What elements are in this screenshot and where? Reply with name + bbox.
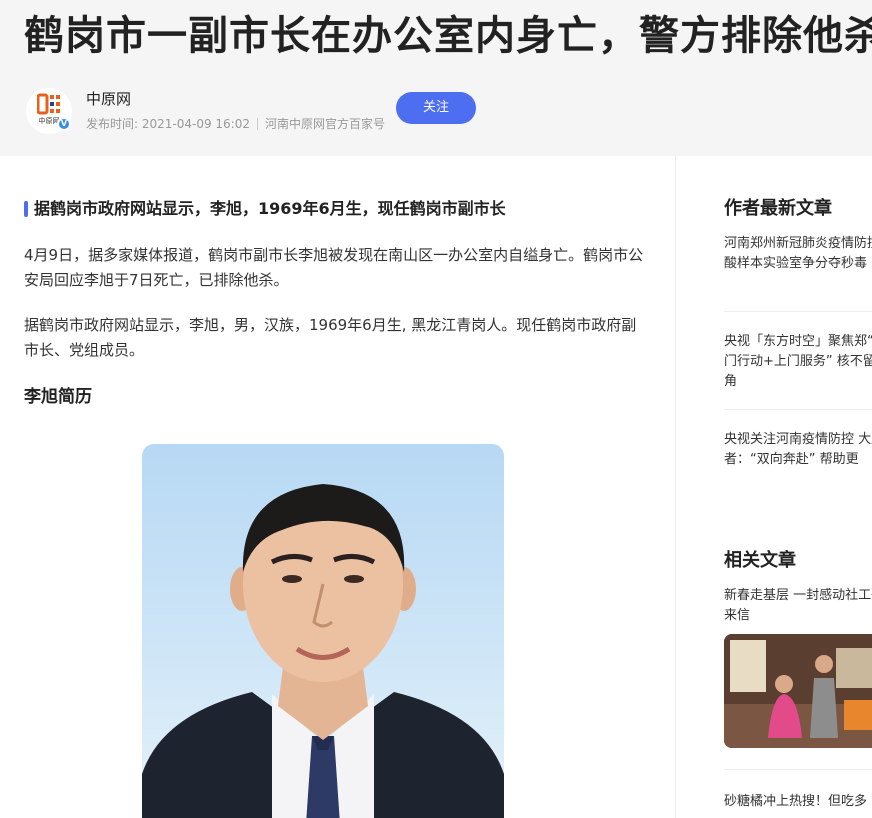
item-divider — [724, 769, 872, 770]
latest-article-item[interactable]: 央视关注河南疫情防控 大愿者：“双向奔赴” 帮助更 — [724, 430, 872, 470]
meta-divider — [257, 117, 258, 130]
author-avatar[interactable]: 中原网 V — [26, 88, 72, 134]
article-paragraph: 4月9日，据多家媒体报道，鹤岗市副市长李旭被发现在南山区一办公室内自缢身亡。鹤岗… — [24, 246, 644, 289]
article-subheading: 李旭简历 — [24, 387, 92, 407]
column-divider — [675, 156, 676, 818]
zhongyuan-logo-icon — [37, 93, 60, 115]
author-source: 河南中原网官方百家号 — [265, 117, 386, 131]
item-divider — [724, 409, 872, 410]
portrait-illustration — [142, 484, 504, 818]
related-article-item[interactable]: 新春走基层 一封感动社工殊来信 — [724, 586, 872, 626]
article-paragraph: 据鹤岗市政府网站显示，李旭，男，汉族，1969年6月生, 黑龙江青岗人。现任鹤岗… — [24, 316, 637, 359]
article-photo — [142, 444, 504, 818]
publish-time: 发布时间: 2021-04-09 16:02 — [86, 117, 250, 131]
latest-articles-title: 作者最新文章 — [724, 198, 832, 219]
article-title: 鹤岗市一副市长在办公室内身亡，警方排除他杀 — [24, 13, 872, 59]
item-divider — [724, 311, 872, 312]
related-article-thumbnail[interactable] — [724, 634, 872, 748]
follow-button[interactable]: 关注 — [396, 92, 476, 124]
article-lead: 据鹤岗市政府网站显示，李旭，1969年6月生，现任鹤岗市副市长 — [24, 197, 506, 221]
article-meta: 发布时间: 2021-04-09 16:02 河南中原网官方百家号 — [86, 115, 385, 132]
latest-article-item[interactable]: 河南郑州新冠肺炎疫情防控核酸样本实验室争分夺秒毒 — [724, 234, 872, 274]
sidebar: 作者最新文章 河南郑州新冠肺炎疫情防控核酸样本实验室争分夺秒毒 央视「东方时空」… — [700, 156, 872, 818]
author-name[interactable]: 中原网 — [86, 88, 131, 109]
thumbnail-image — [724, 634, 872, 748]
related-article-item[interactable]: 砂糖橘冲上热搜！但吃多 — [724, 792, 872, 812]
article-body: 据鹤岗市政府网站显示，李旭，1969年6月生，现任鹤岗市副市长 4月9日，据多家… — [0, 156, 675, 818]
article-header: 鹤岗市一副市长在办公室内身亡，警方排除他杀 中原网 V 中原网 发布时间: 20… — [0, 0, 872, 156]
related-articles-title: 相关文章 — [724, 550, 796, 571]
latest-article-item[interactable]: 央视「东方时空」聚焦郑“敲门行动+上门服务” 核不留死角 — [724, 332, 872, 392]
verified-badge-icon: V — [57, 117, 71, 131]
